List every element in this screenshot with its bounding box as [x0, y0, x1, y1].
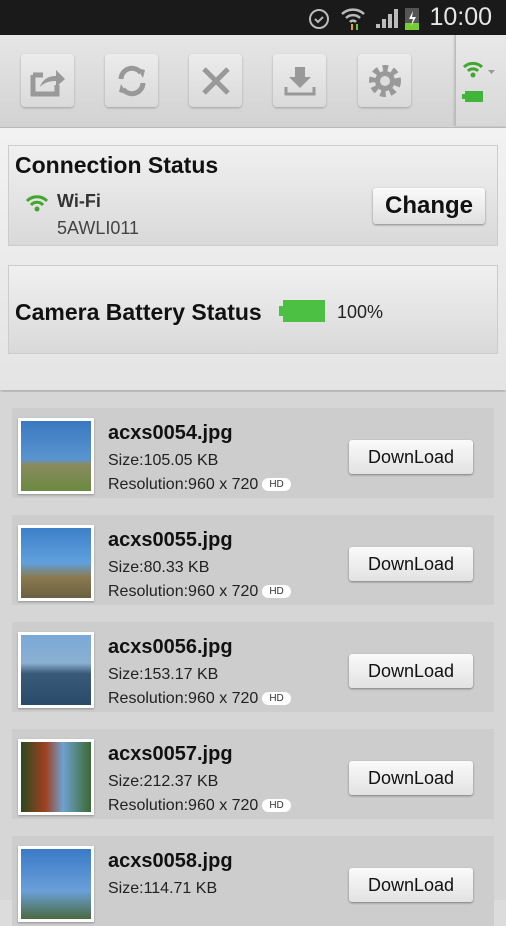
- battery-status-title: Camera Battery Status: [15, 299, 262, 325]
- settings-icon: [368, 64, 401, 97]
- share-icon: [30, 69, 65, 96]
- file-list[interactable]: acxs0054.jpg Size:105.05 KB Resolution:9…: [0, 392, 506, 926]
- file-resolution: Resolution:960 x 720 HD: [108, 690, 291, 708]
- file-name: acxs0054.jpg: [108, 422, 233, 444]
- connection-indicator[interactable]: [455, 35, 506, 126]
- thumbnail[interactable]: [18, 632, 94, 708]
- file-size: Size:80.33 KB: [108, 559, 210, 576]
- battery-charging-icon: [405, 8, 419, 30]
- wifi-icon: [25, 195, 49, 212]
- file-resolution: Resolution:960 x 720 HD: [108, 476, 291, 494]
- ssid: 5AWLI011: [57, 218, 140, 238]
- refresh-icon: [118, 65, 145, 96]
- file-name: acxs0058.jpg: [108, 850, 233, 872]
- list-item: acxs0057.jpg Size:212.37 KB Resolution:9…: [12, 729, 494, 819]
- thumbnail[interactable]: [18, 418, 94, 494]
- download-button[interactable]: DownLoad: [349, 547, 473, 581]
- refresh-button[interactable]: [105, 54, 158, 107]
- close-icon: [201, 66, 230, 95]
- file-name: acxs0056.jpg: [108, 636, 233, 658]
- battery-indicator-icon: [462, 91, 483, 102]
- hd-badge: HD: [262, 585, 291, 598]
- download-button[interactable]: DownLoad: [349, 868, 473, 902]
- download-all-button[interactable]: [273, 54, 326, 107]
- change-button[interactable]: Change: [373, 188, 485, 224]
- thumbnail[interactable]: [18, 739, 94, 815]
- toolbar: [0, 35, 506, 128]
- file-size: Size:114.71 KB: [108, 880, 218, 897]
- alarm-icon: [309, 9, 329, 29]
- list-item: acxs0056.jpg Size:153.17 KB Resolution:9…: [12, 622, 494, 712]
- file-name: acxs0057.jpg: [108, 743, 233, 765]
- settings-button[interactable]: [358, 54, 411, 107]
- file-size: Size:153.17 KB: [108, 666, 219, 683]
- file-size: Size:212.37 KB: [108, 773, 219, 790]
- resolution-text: Resolution:960 x 720: [108, 583, 259, 600]
- battery-icon: [279, 300, 325, 322]
- signal-icon: [376, 9, 398, 28]
- hd-badge: HD: [262, 478, 291, 491]
- cancel-button[interactable]: [189, 54, 242, 107]
- download-button[interactable]: DownLoad: [349, 761, 473, 795]
- download-button[interactable]: DownLoad: [349, 440, 473, 474]
- file-name: acxs0055.jpg: [108, 529, 233, 551]
- wifi-indicator-icon: [462, 61, 495, 78]
- connection-type: Wi-Fi: [57, 191, 101, 211]
- hd-badge: HD: [262, 799, 291, 812]
- download-button[interactable]: DownLoad: [349, 654, 473, 688]
- thumbnail[interactable]: [18, 525, 94, 601]
- file-resolution: Resolution:960 x 720 HD: [108, 797, 291, 815]
- list-item: acxs0058.jpg Size:114.71 KB DownLoad: [12, 836, 494, 926]
- share-button[interactable]: [21, 54, 74, 107]
- resolution-text: Resolution:960 x 720: [108, 690, 259, 707]
- file-size: Size:105.05 KB: [108, 452, 219, 469]
- resolution-text: Resolution:960 x 720: [108, 797, 259, 814]
- thumbnail[interactable]: [18, 846, 94, 922]
- connection-status-title: Connection Status: [15, 152, 219, 178]
- battery-status-card: Camera Battery Status 100%: [8, 265, 498, 354]
- clock: 10:00: [429, 3, 492, 31]
- connection-status-card: Connection Status Wi-Fi 5AWLI011 Change: [8, 145, 498, 246]
- status-panel: Connection Status Wi-Fi 5AWLI011 Change …: [0, 128, 506, 390]
- hd-badge: HD: [262, 692, 291, 705]
- file-resolution: Resolution:960 x 720 HD: [108, 583, 291, 601]
- list-item: acxs0054.jpg Size:105.05 KB Resolution:9…: [12, 408, 494, 498]
- battery-percent: 100%: [337, 302, 384, 322]
- status-bar: 10:00: [0, 0, 506, 35]
- list-item: acxs0055.jpg Size:80.33 KB Resolution:96…: [12, 515, 494, 605]
- download-icon: [284, 66, 315, 95]
- resolution-text: Resolution:960 x 720: [108, 476, 259, 493]
- wifi-icon: [341, 8, 365, 30]
